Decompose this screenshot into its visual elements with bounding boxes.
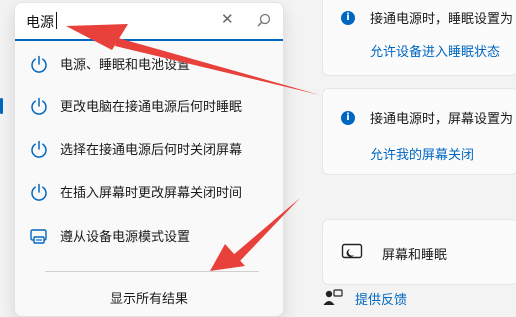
feedback-link[interactable]: 提供反馈 (355, 289, 407, 308)
search-result-item[interactable]: 选择在接通电源后何时关闭屏幕 (15, 128, 283, 170)
show-all-results-button[interactable]: 显示所有结果 (15, 288, 283, 307)
search-box[interactable]: 电源 ✕ (15, 3, 283, 41)
search-input[interactable]: 电源 (26, 12, 54, 32)
screen-and-sleep-label: 屏幕和睡眠 (382, 248, 448, 263)
screen-info-text: 接通电源时，屏幕设置为 (370, 112, 514, 127)
search-result-item[interactable]: 遵从设备电源模式设置 (15, 215, 283, 257)
info-icon: i (341, 11, 355, 25)
search-result-item[interactable]: 电源、睡眠和电池设置 (15, 43, 283, 85)
sleep-info-card: i 接通电源时，睡眠设置为 允许设备进入睡眠状态 (322, 0, 516, 76)
sleep-info-text: 接通电源时，睡眠设置为 (370, 12, 514, 27)
device-settings-icon (30, 229, 47, 244)
search-icon[interactable] (255, 12, 273, 30)
search-result-label: 遵从设备电源模式设置 (60, 230, 191, 245)
nav-selection-indicator (0, 98, 3, 114)
screen-and-sleep-card[interactable]: 屏幕和睡眠 (322, 219, 516, 285)
search-result-label: 更改电脑在接通电源后何时睡眠 (60, 100, 243, 115)
power-icon (31, 140, 47, 158)
allow-screen-off-link[interactable]: 允许我的屏幕关闭 (370, 144, 474, 163)
power-icon (31, 97, 47, 115)
power-icon (31, 55, 47, 73)
screen-sleep-icon (341, 243, 363, 259)
search-result-item[interactable]: 在插入屏幕时更改屏幕关闭时间 (15, 171, 283, 213)
divider (45, 271, 259, 272)
search-result-item[interactable]: 更改电脑在接通电源后何时睡眠 (15, 85, 283, 127)
screen-info-card: i 接通电源时，屏幕设置为 允许我的屏幕关闭 (322, 88, 516, 175)
text-caret (56, 12, 57, 29)
search-flyout: 电源 ✕ 电源、睡眠和电池设置 更改电脑在接通电源后何时睡眠 选择在接通电源后何… (14, 2, 284, 317)
info-icon: i (341, 111, 355, 125)
power-icon (31, 183, 47, 201)
search-result-label: 电源、睡眠和电池设置 (60, 58, 191, 73)
allow-sleep-link[interactable]: 允许设备进入睡眠状态 (370, 41, 500, 60)
search-result-label: 在插入屏幕时更改屏幕关闭时间 (60, 186, 243, 201)
close-icon[interactable]: ✕ (221, 10, 234, 28)
search-result-label: 选择在接通电源后何时关闭屏幕 (60, 143, 243, 158)
feedback-icon (323, 289, 343, 305)
